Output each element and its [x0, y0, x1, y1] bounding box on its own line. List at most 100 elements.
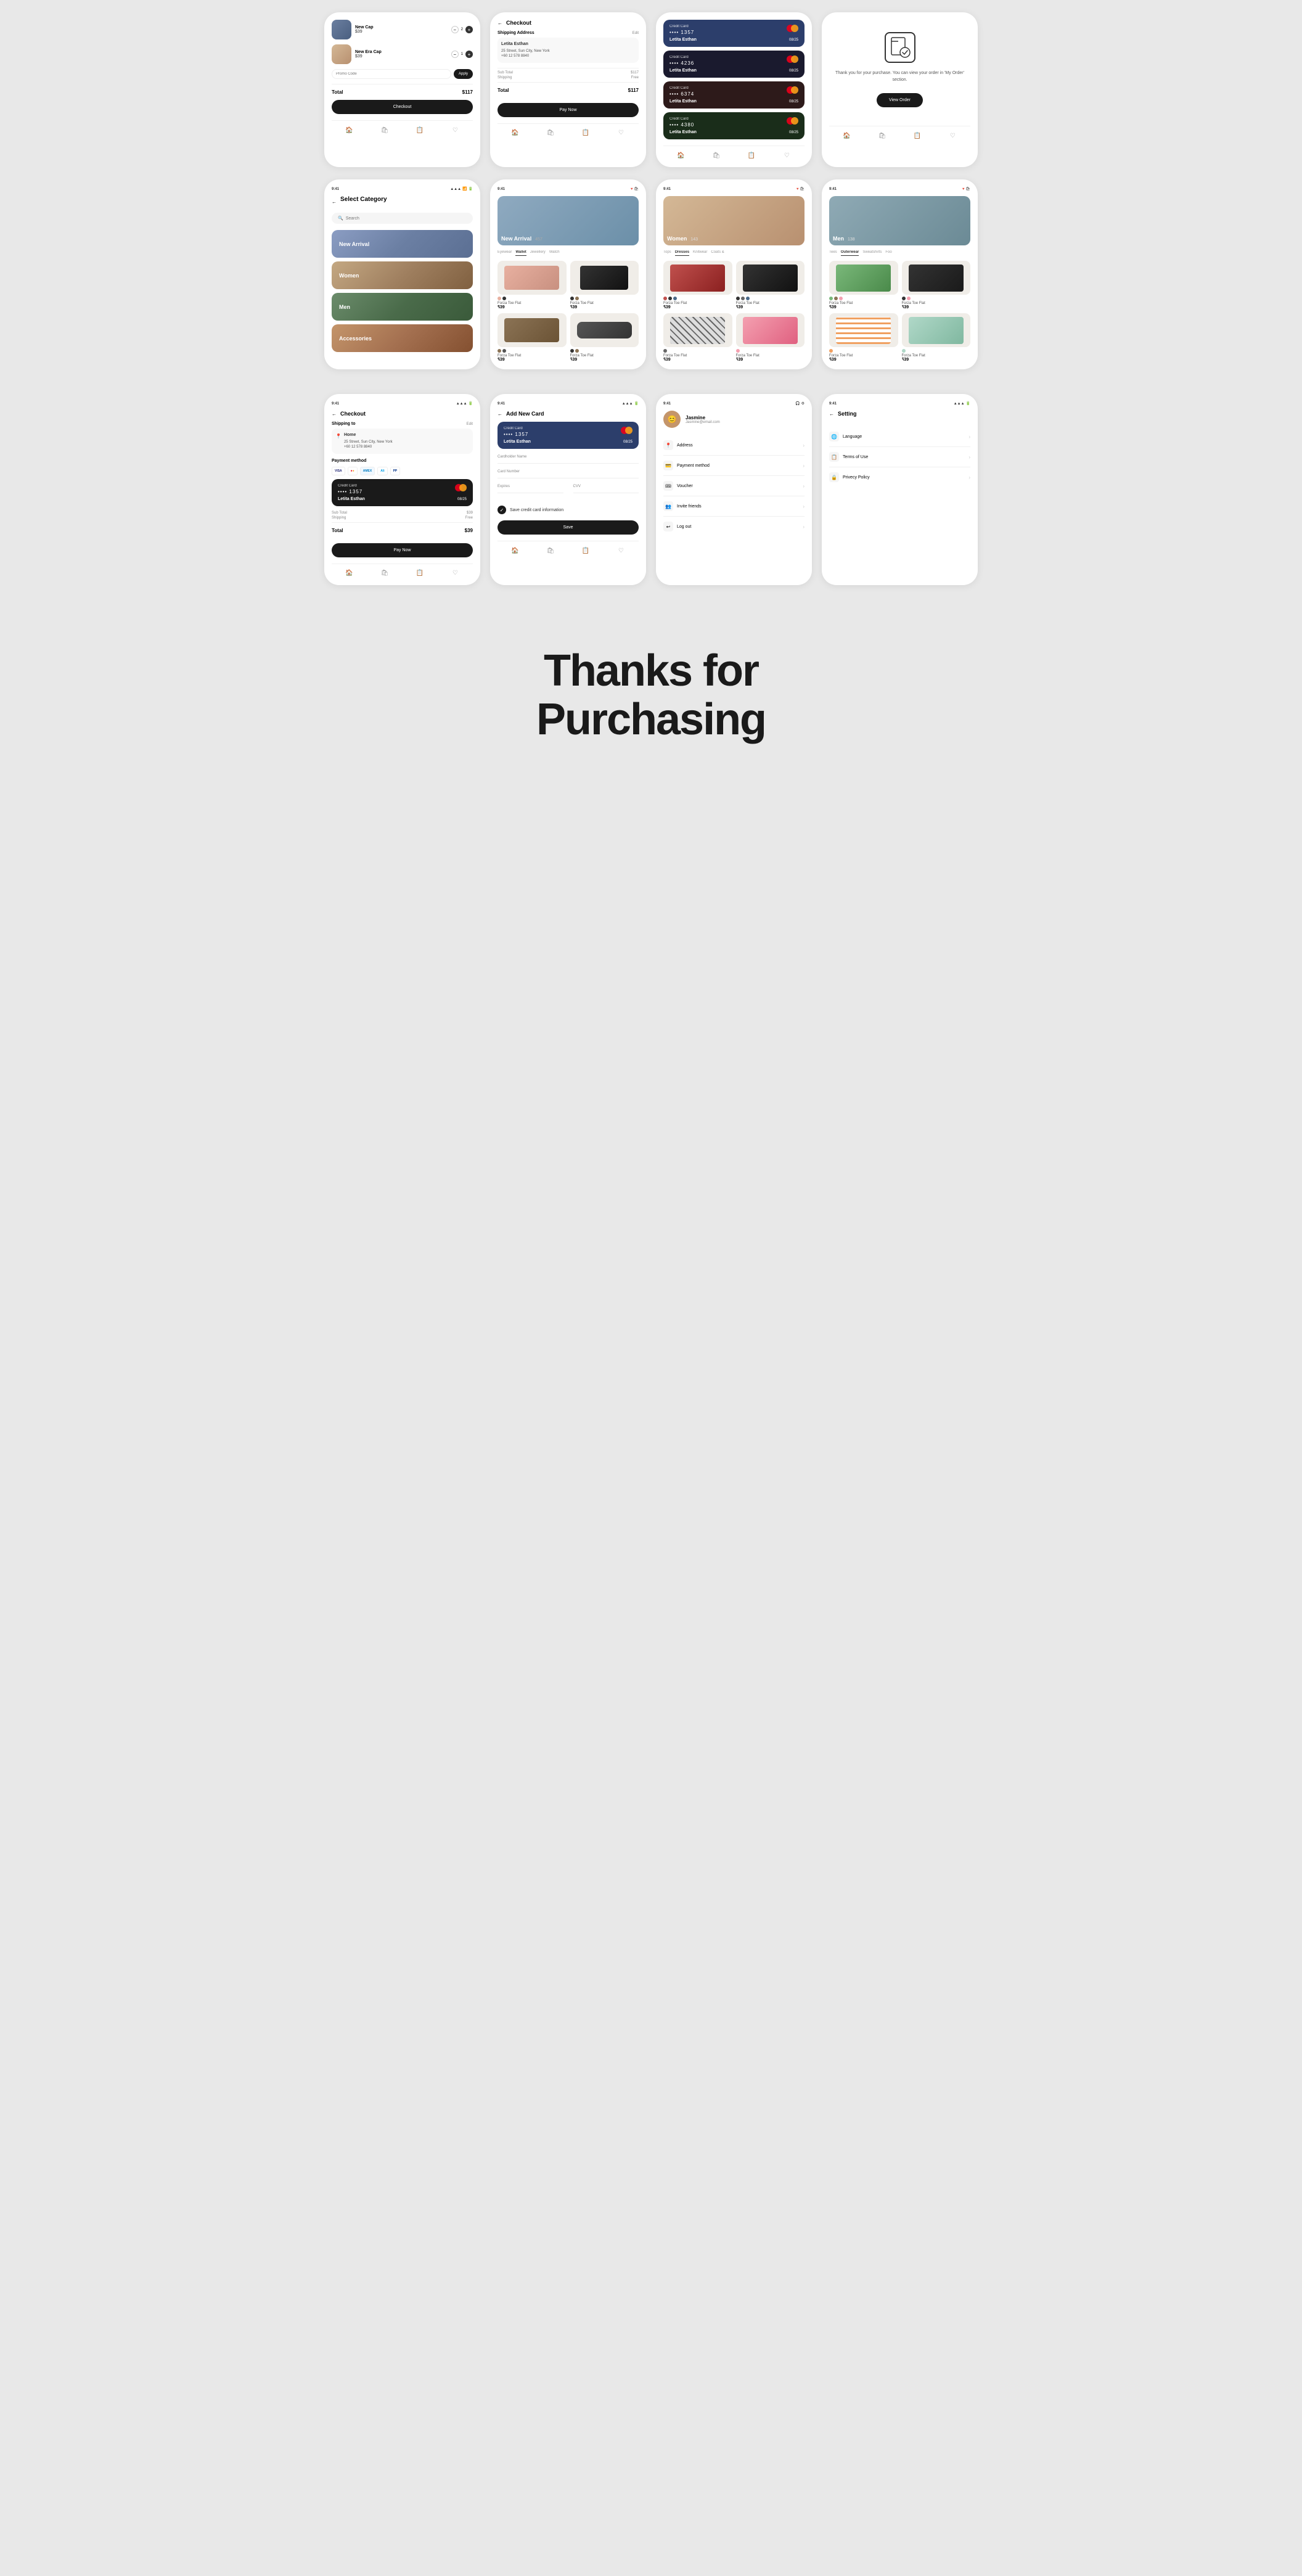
checkout-button[interactable]: Checkout [332, 100, 473, 114]
payment-card-2[interactable]: Credit Card •••• 4236 Letita Esthan 08/2… [663, 51, 805, 78]
product-card-2[interactable]: Forza Toe Flat $39 [570, 261, 639, 310]
pay-now-button[interactable]: Pay Now [332, 543, 473, 557]
heart-icon[interactable]: ♥ [962, 187, 965, 191]
nav-cart-icon[interactable]: 🛍 [380, 569, 389, 578]
qty-decrease-2[interactable]: − [451, 51, 459, 58]
nav-cart-icon[interactable]: 🛍 [380, 126, 389, 134]
profile-menu-payment[interactable]: 💳 Payment method › [663, 456, 805, 476]
mastercard-logo[interactable]: ● ● [348, 467, 358, 475]
tab-dresses[interactable]: Dresses [675, 250, 689, 256]
cart-item-1-qty[interactable]: − 2 + [451, 26, 473, 33]
payment-card-4[interactable]: Credit Card •••• 4380 Letita Esthan 08/2… [663, 112, 805, 139]
settings-terms[interactable]: 📋 Terms of Use › [829, 447, 970, 467]
expires-input[interactable] [497, 490, 563, 493]
profile-menu-invite[interactable]: 👥 Invite friends › [663, 496, 805, 517]
nav-cart-icon[interactable]: 🛍 [878, 131, 886, 140]
category-women[interactable]: Women [332, 261, 473, 289]
nav-home-icon[interactable]: 🏠 [677, 151, 686, 160]
nav-home-icon[interactable]: 🏠 [843, 131, 851, 140]
profile-menu-voucher[interactable]: 🎟 Voucher › [663, 476, 805, 496]
cart-icon[interactable]: 🛍 [965, 187, 970, 191]
cart-item-2-qty[interactable]: − 1 + [451, 51, 473, 58]
nav-heart-icon[interactable]: ♡ [451, 569, 459, 578]
product-card-3[interactable]: Forza Toe Flat $39 [663, 313, 732, 362]
tab-eyewear[interactable]: Eyewear [497, 250, 512, 256]
heart-icon[interactable]: ♥ [796, 187, 799, 191]
edit-link[interactable]: Edit [633, 31, 639, 35]
tab-tops[interactable]: Tops [663, 250, 671, 256]
qty-increase-1[interactable]: + [465, 26, 473, 33]
tab-sweatshirts[interactable]: Sweatshirts [862, 250, 882, 256]
payment-card-3[interactable]: Credit Card •••• 6374 Letita Esthan 08/2… [663, 81, 805, 109]
nav-cart-icon[interactable]: 🛍 [712, 151, 721, 160]
product-card-1[interactable]: Forza Toe Flat $39 [497, 261, 567, 310]
back-icon[interactable]: ← [497, 20, 502, 26]
profile-menu-address[interactable]: 📍 Address › [663, 435, 805, 456]
back-icon[interactable]: ← [332, 411, 337, 417]
paypal-logo[interactable]: PP [390, 467, 401, 475]
tab-foo[interactable]: Foo [885, 250, 891, 256]
product-card-4[interactable]: Forza Toe Flat $39 [736, 313, 805, 362]
alipay-logo[interactable]: Ali [377, 467, 387, 475]
save-card-button[interactable]: Save [497, 520, 639, 535]
profile-menu-logout[interactable]: ↩ Log out › [663, 517, 805, 536]
nav-orders-icon[interactable]: 📋 [416, 569, 424, 578]
settings-privacy[interactable]: 🔒 Privecy Policy › [829, 467, 970, 487]
back-icon[interactable]: ← [332, 199, 337, 205]
nav-orders-icon[interactable]: 📋 [581, 129, 590, 137]
nav-home-icon[interactable]: 🏠 [345, 569, 354, 578]
nav-cart-icon[interactable]: 🛍 [546, 129, 555, 137]
product-card-1[interactable]: Forza Toe Flat $39 [829, 261, 898, 310]
edit-link[interactable]: Edit [467, 422, 473, 426]
nav-heart-icon[interactable]: ♡ [948, 131, 957, 140]
apply-button[interactable]: Apply [454, 69, 473, 79]
promo-input[interactable] [332, 69, 451, 79]
product-card-4[interactable]: Forza Toe Flat $39 [902, 313, 971, 362]
cardholder-name-input[interactable] [497, 461, 639, 464]
product-card-1[interactable]: Forza Toe Flat $39 [663, 261, 732, 310]
selected-card[interactable]: Credit Card •••• 1357 Letita Esthan 08/2… [332, 479, 473, 506]
tab-watch[interactable]: Watch [549, 250, 560, 256]
qty-decrease-1[interactable]: − [451, 26, 459, 33]
search-input[interactable] [346, 216, 402, 221]
payment-card-1[interactable]: Credit Card •••• 1357 Letita Esthan 08/2… [663, 20, 805, 47]
cvv-input[interactable] [573, 490, 639, 493]
product-card-2[interactable]: Forza Toe Flat $39 [736, 261, 805, 310]
amex-logo[interactable]: AMEX [360, 467, 375, 475]
back-icon[interactable]: ← [497, 411, 502, 417]
nav-orders-icon[interactable]: 📋 [581, 546, 590, 555]
nav-cart-icon[interactable]: 🛍 [546, 546, 555, 555]
search-bar[interactable]: 🔍 [332, 213, 473, 224]
tab-wallet[interactable]: Wallet [515, 250, 526, 256]
category-men[interactable]: Men [332, 293, 473, 321]
nav-orders-icon[interactable]: 📋 [416, 126, 424, 134]
product-card-3[interactable]: Forza Toe Flat $39 [829, 313, 898, 362]
card-number-input[interactable] [497, 475, 639, 478]
gear-icon[interactable]: ⚙ [801, 401, 805, 406]
qty-increase-2[interactable]: + [465, 51, 473, 58]
tab-knitwear[interactable]: Knitwear [693, 250, 707, 256]
cart-icon[interactable]: 🛍 [634, 187, 639, 191]
heart-icon[interactable]: ♥ [631, 187, 633, 191]
nav-home-icon[interactable]: 🏠 [511, 546, 520, 555]
category-new-arrival[interactable]: New Arrival [332, 230, 473, 258]
view-order-button[interactable]: View Order [877, 93, 923, 107]
category-accessories[interactable]: Accessories [332, 324, 473, 352]
tab-coats[interactable]: Coats & [711, 250, 724, 256]
nav-heart-icon[interactable]: ♡ [451, 126, 459, 134]
cart-icon[interactable]: 🛍 [800, 187, 805, 191]
nav-home-icon[interactable]: 🏠 [345, 126, 354, 134]
product-card-4[interactable]: Forza Toe Flat $39 [570, 313, 639, 362]
pay-now-button[interactable]: Pay Now [497, 103, 639, 117]
nav-heart-icon[interactable]: ♡ [616, 129, 625, 137]
back-icon[interactable]: ← [829, 411, 834, 417]
product-card-2[interactable]: Forza Toe Flat $39 [902, 261, 971, 310]
settings-language[interactable]: 🌐 Language › [829, 427, 970, 447]
visa-logo[interactable]: VISA [332, 467, 345, 475]
nav-orders-icon[interactable]: 📋 [913, 131, 922, 140]
nav-home-icon[interactable]: 🏠 [511, 129, 520, 137]
tab-outerwear[interactable]: Outerwear [841, 250, 859, 256]
nav-heart-icon[interactable]: ♡ [782, 151, 791, 160]
tab-jewellery[interactable]: Jewellery [530, 250, 546, 256]
nav-orders-icon[interactable]: 📋 [747, 151, 756, 160]
